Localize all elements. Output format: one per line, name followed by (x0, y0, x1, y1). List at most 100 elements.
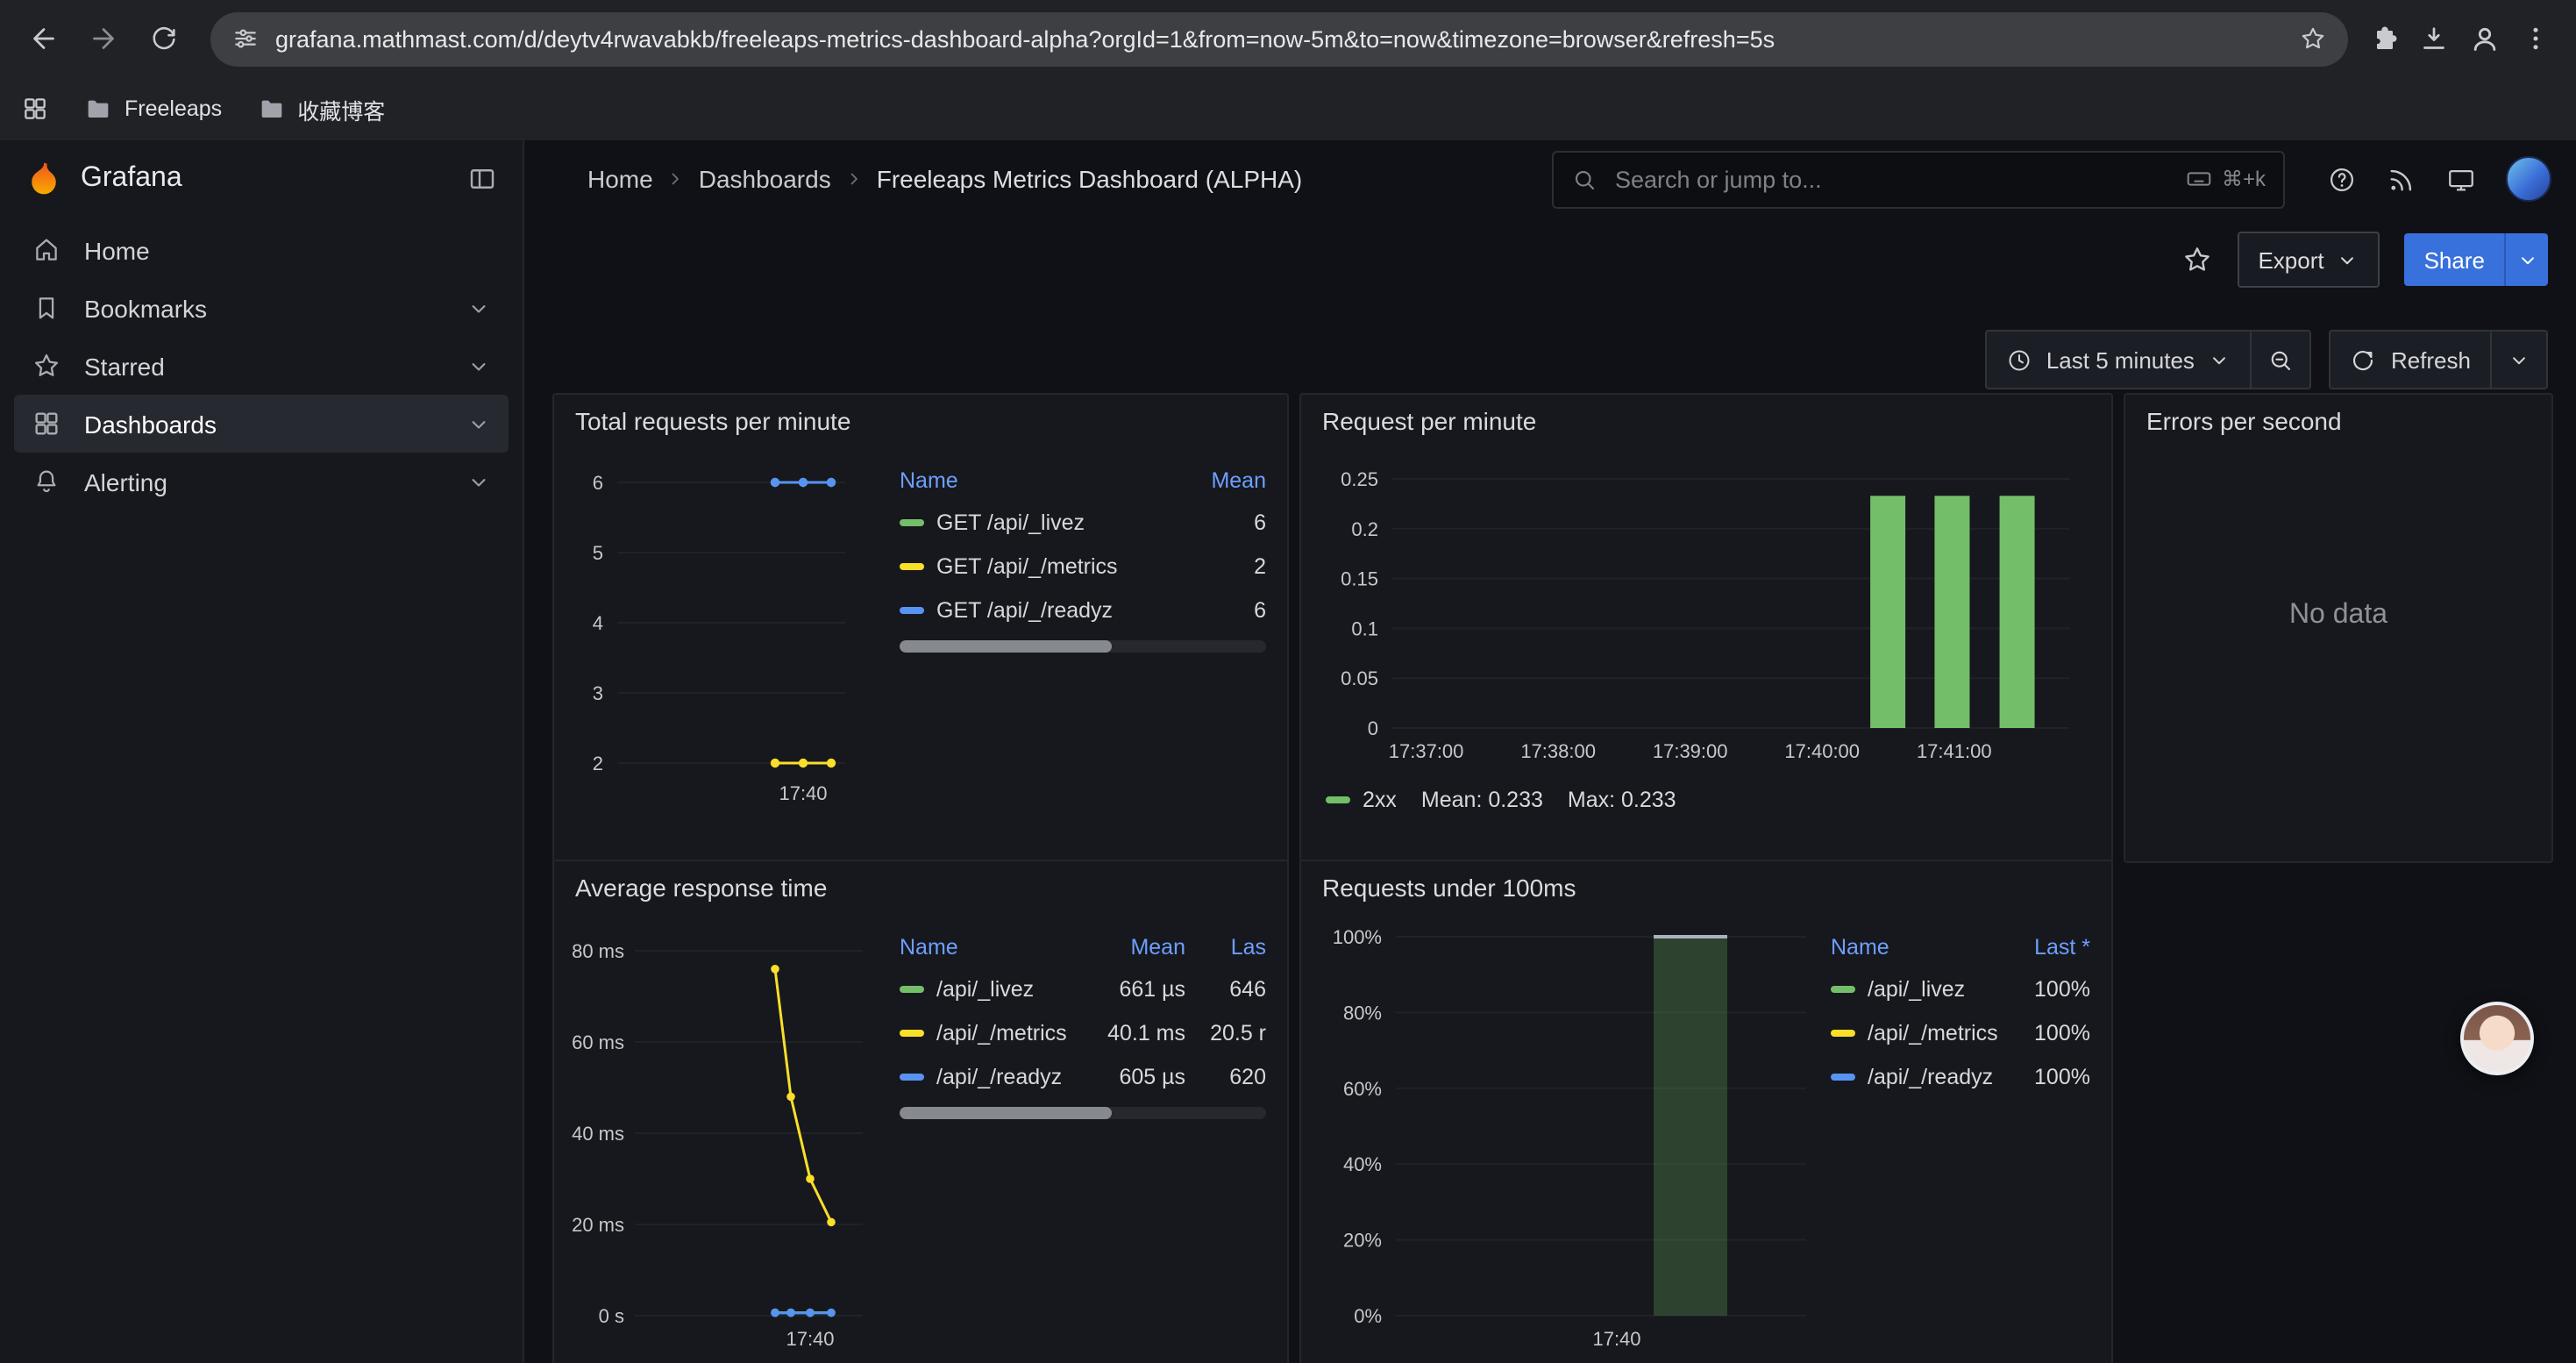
sidebar-item-starred[interactable]: Starred (14, 337, 509, 395)
favorite-star-icon[interactable] (2181, 244, 2212, 275)
panel-request-per-minute: Request per minute 0.250.20.150.10.05017… (1299, 393, 2113, 863)
legend-scrollbar[interactable] (900, 1107, 1266, 1119)
export-button[interactable]: Export (2237, 232, 2380, 288)
svg-text:80 ms: 80 ms (572, 940, 624, 962)
forward-button[interactable] (77, 12, 130, 65)
site-settings-icon[interactable] (231, 25, 260, 53)
search-input[interactable] (1612, 164, 2171, 194)
sidebar-item-home[interactable]: Home (14, 221, 509, 279)
chevron-down-icon[interactable] (466, 411, 491, 436)
bookmark-icon (32, 293, 61, 323)
series-mean: 6 (1182, 597, 1266, 622)
panel-title[interactable]: Request per minute (1301, 395, 2111, 440)
sidebar-collapse-icon[interactable] (466, 163, 498, 195)
scrollbar-thumb[interactable] (900, 1107, 1112, 1119)
panel-body: 6543217:40 Name Mean GET /api/_livez 6 (554, 440, 1287, 817)
legend-col-name[interactable]: Name (900, 935, 1084, 960)
address-bar[interactable]: grafana.mathmast.com/d/deytv4rwavabkb/fr… (210, 11, 2348, 66)
legend-header: Name Mean Las (900, 928, 1266, 967)
help-icon[interactable] (2327, 164, 2357, 194)
svg-text:0.15: 0.15 (1341, 568, 1378, 590)
chevron-right-icon (665, 168, 687, 189)
svg-text:17:40:00: 17:40:00 (1784, 740, 1860, 762)
grafana-logo[interactable] (25, 160, 63, 198)
refresh-label: Refresh (2391, 346, 2471, 373)
series-name[interactable]: /api/_/metrics (1868, 1020, 1998, 1045)
downloads-icon[interactable] (2418, 23, 2450, 54)
legend-row: GET /api/_/metrics 2 (900, 544, 1266, 588)
sidebar-item-bookmarks[interactable]: Bookmarks (14, 279, 509, 337)
breadcrumb-dashboards[interactable]: Dashboards (699, 165, 831, 193)
chevron-down-icon[interactable] (466, 469, 491, 494)
series-name[interactable]: GET /api/_livez (936, 510, 1085, 534)
bookmarks-bar: Freeleaps 收藏博客 (0, 77, 2576, 142)
average-response-time-chart[interactable]: 80 ms60 ms40 ms20 ms0 s17:40 (565, 907, 889, 1354)
menu-kebab-icon[interactable] (2520, 23, 2551, 54)
bookmark-folder-freeleaps[interactable]: Freeleaps (84, 95, 222, 123)
sidebar-item-label: Home (84, 236, 150, 264)
panel-title[interactable]: Total requests per minute (554, 395, 1287, 440)
panel-title[interactable]: Errors per second (2125, 395, 2551, 440)
series-name[interactable]: /api/_/metrics (936, 1020, 1067, 1045)
breadcrumb: Home Dashboards Freeleaps Metrics Dashbo… (587, 165, 1302, 193)
series-name[interactable]: /api/_livez (936, 976, 1034, 1001)
svg-text:0.25: 0.25 (1341, 468, 1378, 490)
zoom-out-icon (2268, 346, 2295, 373)
bookmark-star-icon[interactable] (2299, 25, 2327, 53)
series-mean: 605 µs (1084, 1064, 1185, 1088)
legend-col-name[interactable]: Name (900, 468, 1182, 493)
display-icon[interactable] (2446, 164, 2476, 194)
assistant-avatar-overlay[interactable] (2460, 1002, 2534, 1075)
legend-col-name[interactable]: Name (1831, 935, 2006, 960)
time-controls: Last 5 minutes Refresh (1985, 330, 2548, 389)
back-button[interactable] (18, 12, 70, 65)
legend-scrollbar[interactable] (900, 640, 1266, 653)
reload-button[interactable] (137, 12, 189, 65)
panel-title[interactable]: Requests under 100ms (1301, 861, 2111, 907)
requests-under-100ms-chart[interactable]: 100%80%60%40%20%0%17:40 (1315, 907, 1824, 1354)
svg-text:6: 6 (593, 472, 603, 494)
search-box[interactable]: ⌘+k (1552, 150, 2285, 208)
series-swatch (900, 606, 924, 613)
refresh-interval-button[interactable] (2492, 332, 2546, 388)
profile-icon[interactable] (2467, 21, 2502, 56)
share-button[interactable]: Share (2405, 233, 2504, 286)
series-name[interactable]: /api/_livez (1868, 976, 1965, 1001)
legend-col-last[interactable]: Las (1185, 935, 1266, 960)
series-name[interactable]: /api/_/readyz (936, 1064, 1062, 1088)
panel-requests-under-100ms: Requests under 100ms 100%80%60%40%20%0%1… (1299, 860, 2113, 1363)
refresh-button[interactable]: Refresh (2331, 332, 2490, 388)
chevron-down-icon (2209, 348, 2231, 371)
share-menu-button[interactable] (2504, 233, 2548, 286)
chevron-down-icon[interactable] (466, 353, 491, 378)
total-requests-chart[interactable]: 6543217:40 (565, 440, 889, 817)
url-text[interactable]: grafana.mathmast.com/d/deytv4rwavabkb/fr… (275, 25, 2283, 52)
series-name[interactable]: /api/_/readyz (1868, 1064, 1993, 1088)
sidebar-item-dashboards[interactable]: Dashboards (14, 395, 509, 453)
series-name[interactable]: 2xx (1363, 788, 1397, 812)
svg-text:0: 0 (1368, 717, 1378, 739)
clock-icon (2006, 346, 2032, 373)
time-range-button[interactable]: Last 5 minutes (1987, 332, 2251, 388)
breadcrumb-home[interactable]: Home (587, 165, 653, 193)
apps-grid-icon[interactable] (21, 95, 49, 123)
news-rss-icon[interactable] (2387, 164, 2416, 194)
legend-col-last[interactable]: Last * (2006, 935, 2090, 960)
panel-title[interactable]: Average response time (554, 861, 1287, 907)
series-name[interactable]: GET /api/_/metrics (936, 553, 1118, 578)
request-per-minute-chart[interactable]: 0.250.20.150.10.05017:37:0017:38:0017:39… (1312, 440, 2092, 774)
zoom-out-button[interactable] (2252, 332, 2310, 388)
legend-col-mean[interactable]: Mean (1084, 935, 1185, 960)
bookmark-folder-blogs[interactable]: 收藏博客 (257, 92, 385, 125)
extensions-icon[interactable] (2369, 23, 2401, 54)
legend-col-mean[interactable]: Mean (1182, 468, 1266, 493)
sidebar-item-label: Starred (84, 352, 165, 380)
scrollbar-thumb[interactable] (900, 640, 1112, 653)
user-avatar[interactable] (2506, 156, 2551, 202)
sidebar-item-alerting[interactable]: Alerting (14, 453, 509, 510)
svg-text:5: 5 (593, 542, 603, 564)
series-name[interactable]: GET /api/_/readyz (936, 597, 1113, 622)
home-icon (32, 235, 61, 265)
series-mean: 2 (1182, 553, 1266, 578)
chevron-down-icon[interactable] (466, 296, 491, 320)
